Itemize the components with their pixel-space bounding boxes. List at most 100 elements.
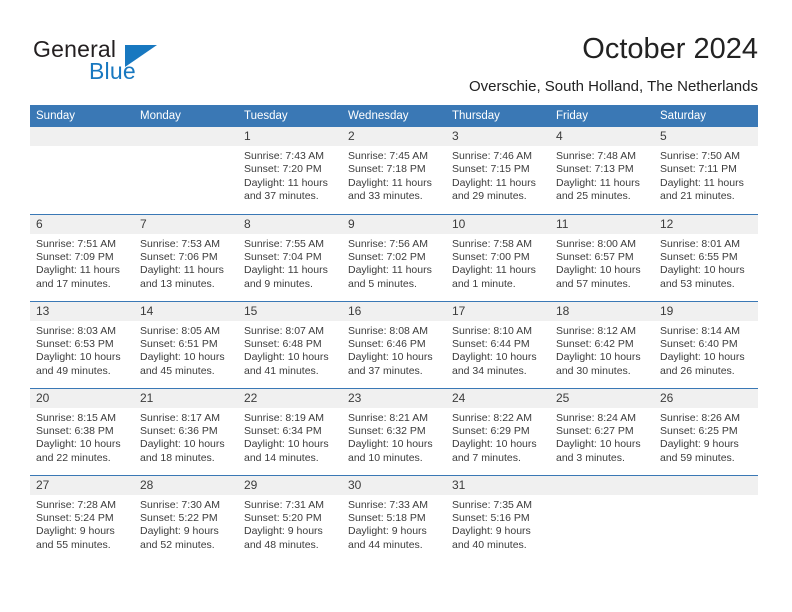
calendar-day-cell[interactable]: 14 Sunrise: 8:05 AM Sunset: 6:51 PM Dayligh… [134,300,238,388]
calendar-table: Sunday Monday Tuesday Wednesday Thursday… [30,105,758,562]
sunrise-text: Sunrise: 8:17 AM [140,411,220,424]
day-details: Sunrise: 7:58 AM Sunset: 7:00 PM Daylight:… [446,234,550,292]
calendar-day-cell[interactable]: 31 Sunrise: 7:35 AM Sunset: 5:16 PM Dayligh… [446,474,550,562]
sunrise-text: Sunrise: 7:48 AM [556,150,636,162]
calendar-day-cell[interactable]: 11 Sunrise: 8:00 AM Sunset: 6:57 PM Dayligh… [550,213,654,301]
calendar-day-cell[interactable]: 19 Sunrise: 8:14 AM Sunset: 6:40 PM Dayligh… [654,300,758,388]
daylight-text-line1: Daylight: 10 hours [140,351,225,364]
calendar-day-cell[interactable]: 7 Sunrise: 7:53 AM Sunset: 7:06 PM Daylight… [134,213,238,301]
calendar-day-cell[interactable]: 23 Sunrise: 8:21 AM Sunset: 6:32 PM Dayligh… [342,387,446,475]
sunset-text: Sunset: 5:20 PM [244,511,322,524]
page-header: General Blue October 2024 Overschie, Sou… [0,0,792,100]
day-number: 13 [30,301,134,321]
weekday-header-wednesday: Wednesday [342,105,446,127]
daylight-text-line2: and 45 minutes. [140,364,215,377]
sunrise-text: Sunrise: 7:45 AM [348,150,428,162]
calendar-day-cell[interactable]: 4 Sunrise: 7:48 AM Sunset: 7:13 PM Daylight… [550,127,654,214]
day-number: 12 [654,214,758,234]
daylight-text-line1: Daylight: 10 hours [36,351,121,364]
day-details: Sunrise: 8:19 AM Sunset: 6:34 PM Daylight:… [238,408,342,466]
daylight-text-line1: Daylight: 10 hours [452,438,537,451]
calendar-day-cell[interactable]: 17 Sunrise: 8:10 AM Sunset: 6:44 PM Dayligh… [446,300,550,388]
daylight-text-line2: and 3 minutes. [556,451,625,464]
calendar-day-cell[interactable]: 15 Sunrise: 8:07 AM Sunset: 6:48 PM Dayligh… [238,300,342,388]
daylight-text-line2: and 37 minutes. [348,364,423,377]
calendar-day-cell[interactable]: 16 Sunrise: 8:08 AM Sunset: 6:46 PM Dayligh… [342,300,446,388]
daylight-text-line2: and 48 minutes. [244,538,319,551]
day-number: 26 [654,388,758,408]
calendar-day-cell[interactable]: 20 Sunrise: 8:15 AM Sunset: 6:38 PM Dayligh… [30,387,134,475]
calendar-week-row: 13 Sunrise: 8:03 AM Sunset: 6:53 PM Dayligh… [30,300,758,388]
day-number: 1 [238,127,342,146]
day-number: 29 [238,475,342,495]
calendar-day-cell[interactable]: 5 Sunrise: 7:50 AM Sunset: 7:11 PM Daylight… [654,127,758,214]
calendar-day-cell[interactable]: 27 Sunrise: 7:28 AM Sunset: 5:24 PM Dayligh… [30,474,134,562]
daylight-text-line2: and 14 minutes. [244,451,319,464]
sunrise-text: Sunrise: 8:10 AM [452,324,532,337]
weekday-header-friday: Friday [550,105,654,127]
calendar-day-cell[interactable]: 2 Sunrise: 7:45 AM Sunset: 7:18 PM Daylight… [342,127,446,214]
sunrise-text: Sunrise: 8:26 AM [660,411,740,424]
brand-logo[interactable]: General Blue [33,36,233,92]
calendar-day-cell[interactable]: 22 Sunrise: 8:19 AM Sunset: 6:34 PM Dayligh… [238,387,342,475]
calendar-day-cell[interactable]: 8 Sunrise: 7:55 AM Sunset: 7:04 PM Daylight… [238,213,342,301]
calendar-day-cell[interactable]: 26 Sunrise: 8:26 AM Sunset: 6:25 PM Dayligh… [654,387,758,475]
calendar-day-cell[interactable]: 1 Sunrise: 7:43 AM Sunset: 7:20 PM Daylight… [238,127,342,214]
sunset-text: Sunset: 7:20 PM [244,163,322,176]
daylight-text-line1: Daylight: 10 hours [244,351,329,364]
daylight-text-line1: Daylight: 11 hours [36,264,120,277]
sunset-text: Sunset: 6:27 PM [556,424,634,437]
sunset-text: Sunset: 6:40 PM [660,337,738,350]
sunset-text: Sunset: 7:11 PM [660,163,737,176]
daylight-text-line2: and 55 minutes. [36,538,111,551]
daylight-text-line1: Daylight: 10 hours [36,438,121,451]
day-details: Sunrise: 8:07 AM Sunset: 6:48 PM Daylight:… [238,321,342,379]
sunset-text: Sunset: 6:51 PM [140,337,218,350]
day-number: 9 [342,214,446,234]
daylight-text-line2: and 30 minutes. [556,364,631,377]
day-details: Sunrise: 8:10 AM Sunset: 6:44 PM Daylight:… [446,321,550,379]
calendar-day-cell[interactable]: 6 Sunrise: 7:51 AM Sunset: 7:09 PM Daylight… [30,213,134,301]
day-number: 31 [446,475,550,495]
day-number: 3 [446,127,550,146]
daylight-text-line1: Daylight: 10 hours [452,351,537,364]
calendar-empty-cell [30,127,134,214]
calendar-day-cell[interactable]: 18 Sunrise: 8:12 AM Sunset: 6:42 PM Dayligh… [550,300,654,388]
calendar-day-cell[interactable]: 10 Sunrise: 7:58 AM Sunset: 7:00 PM Dayligh… [446,213,550,301]
sunrise-text: Sunrise: 7:55 AM [244,237,324,250]
day-details: Sunrise: 7:56 AM Sunset: 7:02 PM Daylight:… [342,234,446,292]
day-number: 19 [654,301,758,321]
sunset-text: Sunset: 6:42 PM [556,337,634,350]
day-number: 23 [342,388,446,408]
daylight-text-line1: Daylight: 10 hours [244,438,329,451]
sunrise-text: Sunrise: 7:30 AM [140,498,220,511]
calendar-day-cell[interactable]: 9 Sunrise: 7:56 AM Sunset: 7:02 PM Daylight… [342,213,446,301]
calendar-header-row: Sunday Monday Tuesday Wednesday Thursday… [30,105,758,127]
daylight-text-line2: and 26 minutes. [660,364,735,377]
calendar-day-cell[interactable]: 3 Sunrise: 7:46 AM Sunset: 7:15 PM Daylight… [446,127,550,214]
daylight-text-line1: Daylight: 9 hours [244,525,323,538]
calendar-day-cell[interactable]: 25 Sunrise: 8:24 AM Sunset: 6:27 PM Dayligh… [550,387,654,475]
calendar-day-cell[interactable]: 28 Sunrise: 7:30 AM Sunset: 5:22 PM Dayligh… [134,474,238,562]
sunset-text: Sunset: 5:18 PM [348,511,426,524]
day-number: 11 [550,214,654,234]
day-number: 25 [550,388,654,408]
day-number: 4 [550,127,654,146]
sunset-text: Sunset: 6:53 PM [36,337,114,350]
daylight-text-line2: and 17 minutes. [36,277,111,290]
weekday-header-monday: Monday [134,105,238,127]
day-details: Sunrise: 8:00 AM Sunset: 6:57 PM Daylight:… [550,234,654,292]
calendar-day-cell[interactable]: 13 Sunrise: 8:03 AM Sunset: 6:53 PM Dayligh… [30,300,134,388]
calendar-day-cell[interactable]: 29 Sunrise: 7:31 AM Sunset: 5:20 PM Dayligh… [238,474,342,562]
daylight-text-line2: and 41 minutes. [244,364,319,377]
calendar-day-cell[interactable]: 12 Sunrise: 8:01 AM Sunset: 6:55 PM Dayligh… [654,213,758,301]
calendar-day-cell[interactable]: 21 Sunrise: 8:17 AM Sunset: 6:36 PM Dayligh… [134,387,238,475]
sunrise-text: Sunrise: 7:31 AM [244,498,324,511]
day-number: 20 [30,388,134,408]
sunset-text: Sunset: 6:48 PM [244,337,322,350]
day-details: Sunrise: 7:45 AM Sunset: 7:18 PM Daylight:… [342,146,446,204]
calendar-day-cell[interactable]: 24 Sunrise: 8:22 AM Sunset: 6:29 PM Dayligh… [446,387,550,475]
daylight-text-line1: Daylight: 10 hours [556,264,641,277]
day-number: 15 [238,301,342,321]
calendar-day-cell[interactable]: 30 Sunrise: 7:33 AM Sunset: 5:18 PM Dayligh… [342,474,446,562]
